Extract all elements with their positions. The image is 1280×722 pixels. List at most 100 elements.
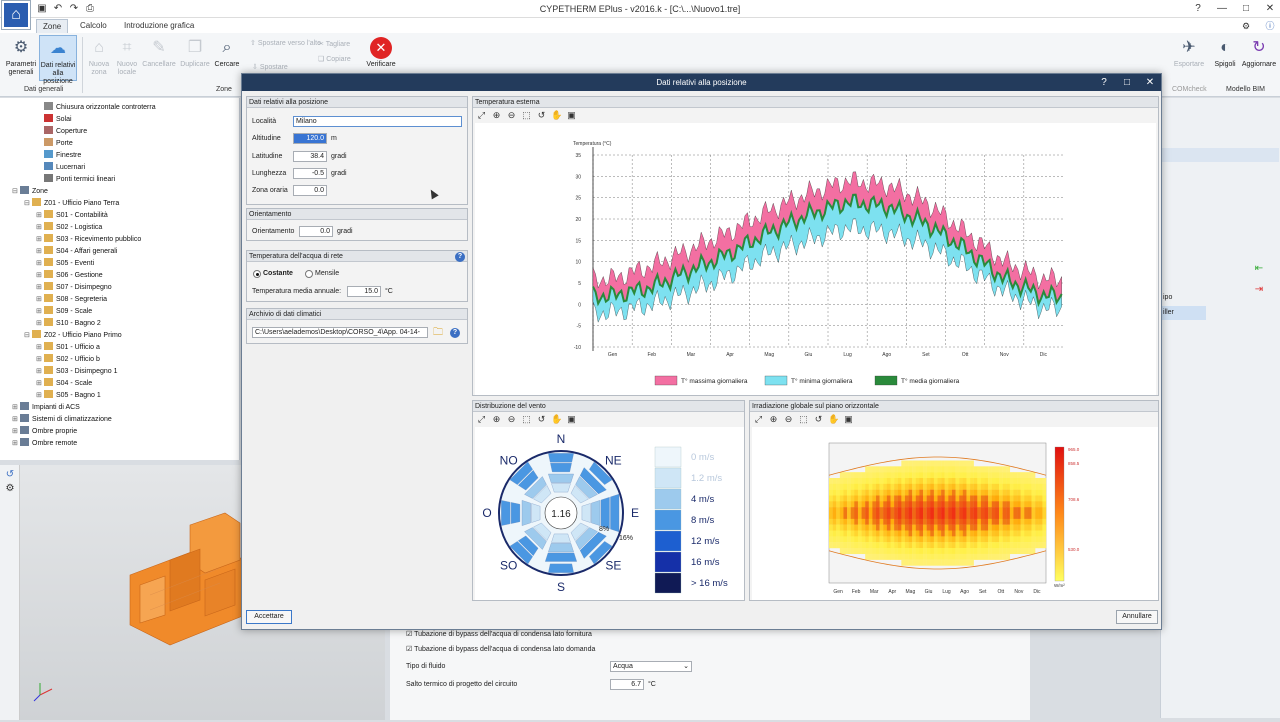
- altitude-input[interactable]: 120.0: [293, 133, 327, 144]
- expand-icon[interactable]: ⊞: [36, 246, 44, 258]
- nuovo-locale-button[interactable]: ⌗ Nuovo locale: [112, 35, 142, 81]
- zoom-previous-icon[interactable]: ↺: [536, 110, 547, 121]
- logo-icon[interactable]: ⌂: [2, 1, 30, 29]
- expand-icon[interactable]: ⊞: [36, 378, 44, 390]
- expand-icon[interactable]: ⊞: [36, 222, 44, 234]
- tree-item[interactable]: ⊟ Z02 - Ufficio Piano Primo: [24, 330, 122, 342]
- help-icon[interactable]: ?: [1190, 2, 1206, 16]
- view-settings-icon[interactable]: ⚙: [4, 483, 16, 495]
- collapse-icon[interactable]: ⊟: [12, 186, 20, 198]
- zoom-out-icon[interactable]: ⊖: [506, 110, 517, 121]
- add-green-icon[interactable]: ⇤: [1253, 263, 1265, 275]
- settings-icon[interactable]: ⚙: [1238, 19, 1254, 33]
- maximize-icon[interactable]: □: [1238, 2, 1254, 16]
- tree-item[interactable]: ⊞ S02 - Ufficio b: [36, 354, 100, 366]
- timezone-input[interactable]: 0.0: [293, 185, 327, 196]
- minimize-icon[interactable]: —: [1214, 2, 1230, 16]
- tree-item[interactable]: ⊞ S01 - Ufficio a: [36, 342, 100, 354]
- expand-icon[interactable]: ⊞: [12, 426, 20, 438]
- tree-item[interactable]: ⊞ S09 - Scale: [36, 306, 92, 318]
- zoom-extents-icon[interactable]: ⤢: [476, 414, 487, 425]
- bypass-fornitura-checkbox[interactable]: ☑ Tubazione di bypass dell'acqua di cond…: [406, 630, 592, 640]
- radio-mensile[interactable]: [305, 270, 313, 278]
- fit-icon[interactable]: ▣: [566, 414, 577, 425]
- undo-icon[interactable]: ↶: [52, 3, 64, 15]
- tree-item[interactable]: ⊟ Zone: [12, 186, 48, 198]
- cancel-button[interactable]: Annullare: [1116, 610, 1158, 624]
- spostare-su-button[interactable]: ⇧ Spostare verso l'alto: [250, 40, 321, 48]
- climate-help-icon[interactable]: ?: [450, 328, 460, 338]
- remove-red-icon[interactable]: ⇥: [1253, 284, 1265, 296]
- expand-icon[interactable]: ⊞: [36, 210, 44, 222]
- expand-icon[interactable]: ⊞: [36, 318, 44, 330]
- tree-item[interactable]: ⊞ S05 - Eventi: [36, 258, 94, 270]
- fit-icon[interactable]: ▣: [843, 414, 854, 425]
- tree-item[interactable]: Chiusura orizzontale controterra: [36, 102, 156, 114]
- expand-icon[interactable]: ⊞: [36, 282, 44, 294]
- nuova-zona-button[interactable]: ⌂ Nuova zona: [84, 35, 114, 81]
- zoom-in-icon[interactable]: ⊕: [491, 110, 502, 121]
- climate-file-path[interactable]: C:\Users\aelademos\Desktop\CORSO_4\App. …: [252, 327, 428, 338]
- tree-item[interactable]: Ponti termici lineari: [36, 174, 115, 186]
- zoom-extents-icon[interactable]: ⤢: [753, 414, 764, 425]
- tab-introduzione-grafica[interactable]: Introduzione grafica: [118, 19, 200, 33]
- expand-icon[interactable]: ⊞: [36, 354, 44, 366]
- tab-calcolo[interactable]: Calcolo: [74, 19, 113, 33]
- avg-temp-input[interactable]: 15.0: [347, 286, 381, 297]
- tree-item[interactable]: ⊟ Z01 - Ufficio Piano Terra: [24, 198, 119, 210]
- folder-icon[interactable]: 🗀: [432, 327, 444, 339]
- zoom-previous-icon[interactable]: ↺: [536, 414, 547, 425]
- tree-item[interactable]: ⊞ S10 - Bagno 2: [36, 318, 101, 330]
- tree-item[interactable]: ⊞ Impianti di ACS: [12, 402, 80, 414]
- tree-item[interactable]: Solai: [36, 114, 72, 126]
- dialog-help-icon[interactable]: ?: [1096, 75, 1112, 90]
- collapse-icon[interactable]: ⊟: [24, 330, 32, 342]
- zoom-window-icon[interactable]: ⬚: [521, 414, 532, 425]
- tree-item[interactable]: Porte: [36, 138, 73, 150]
- tree-item[interactable]: ⊞ S04 - Scale: [36, 378, 92, 390]
- tree-item[interactable]: ⊞ S02 - Logistica: [36, 222, 102, 234]
- tree-item[interactable]: ⊞ Sistemi di climatizzazione: [12, 414, 112, 426]
- locality-input[interactable]: Milano: [293, 116, 462, 127]
- pan-icon[interactable]: ✋: [828, 414, 839, 425]
- accept-button[interactable]: Accettare: [246, 610, 292, 624]
- zoom-out-icon[interactable]: ⊖: [506, 414, 517, 425]
- save-icon[interactable]: ▣: [36, 3, 48, 15]
- copiare-button[interactable]: ❏ Copiare: [318, 55, 351, 65]
- zoom-in-icon[interactable]: ⊕: [491, 414, 502, 425]
- esportare-button[interactable]: ✈ Esportare: [1170, 35, 1208, 81]
- zoom-out-icon[interactable]: ⊖: [783, 414, 794, 425]
- latitude-input[interactable]: 38.4: [293, 151, 327, 162]
- tree-item[interactable]: ⊞ S01 - Contabilità: [36, 210, 108, 222]
- expand-icon[interactable]: ⊞: [36, 306, 44, 318]
- tree-item[interactable]: ⊞ S06 - Gestione: [36, 270, 103, 282]
- expand-icon[interactable]: ⊞: [36, 366, 44, 378]
- tagliare-button[interactable]: ✂ Tagliare: [318, 40, 350, 50]
- expand-icon[interactable]: ⊞: [12, 414, 20, 426]
- orientation-input[interactable]: 0.0: [299, 226, 333, 237]
- tree-item[interactable]: ⊞ Ombre remote: [12, 438, 77, 450]
- expand-icon[interactable]: ⊞: [36, 234, 44, 246]
- spostare-giu-button[interactable]: ⇩ Spostare: [252, 63, 288, 73]
- pan-icon[interactable]: ✋: [551, 110, 562, 121]
- tree-item[interactable]: Coperture: [36, 126, 87, 138]
- zoom-in-icon[interactable]: ⊕: [768, 414, 779, 425]
- tab-zone[interactable]: Zone: [36, 19, 69, 33]
- rotate-icon[interactable]: ↺: [4, 469, 16, 481]
- zoom-extents-icon[interactable]: ⤢: [476, 110, 487, 121]
- tree-item[interactable]: ⊞ S03 - Ricevimento pubblico: [36, 234, 141, 246]
- bypass-domanda-checkbox[interactable]: ☑ Tubazione di bypass dell'acqua di cond…: [406, 645, 595, 655]
- spigoli-button[interactable]: ◐ Spigoli: [1206, 35, 1244, 81]
- collapse-icon[interactable]: ⊟: [24, 198, 32, 210]
- tree-item[interactable]: Lucernari: [36, 162, 85, 174]
- delta-t-input[interactable]: 6.7: [610, 679, 644, 690]
- tree-item[interactable]: ⊞ S05 - Bagno 1: [36, 390, 101, 402]
- tree-item[interactable]: ⊞ S07 - Disimpegno: [36, 282, 112, 294]
- dialog-close-icon[interactable]: ✕: [1142, 75, 1158, 90]
- expand-icon[interactable]: ⊞: [12, 438, 20, 450]
- expand-icon[interactable]: ⊞: [36, 270, 44, 282]
- fit-icon[interactable]: ▣: [566, 110, 577, 121]
- tree-item[interactable]: ⊞ S04 - Affari generali: [36, 246, 117, 258]
- tree-item[interactable]: ⊞ S03 - Disimpegno 1: [36, 366, 117, 378]
- print-icon[interactable]: ⎙: [84, 3, 96, 15]
